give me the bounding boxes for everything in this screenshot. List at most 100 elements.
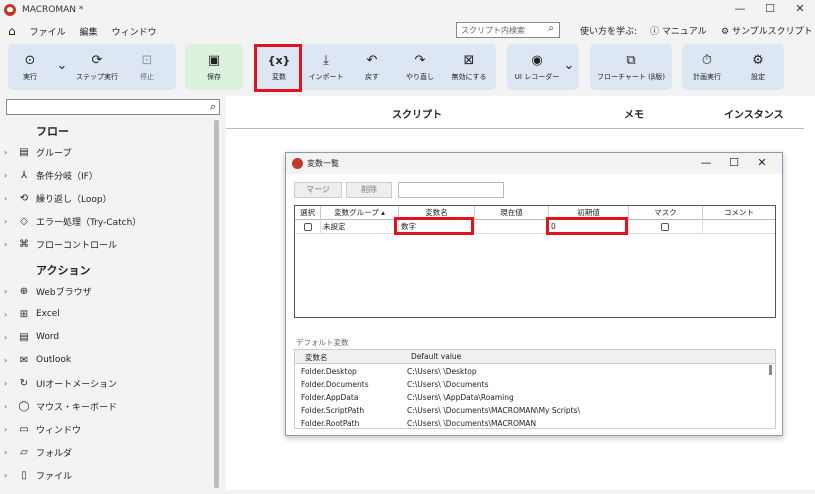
chevron-right-icon: › (4, 470, 8, 480)
default-row-name: Folder.Desktop (301, 367, 357, 376)
redo-button[interactable]: ↷ やり直し (400, 44, 440, 90)
stop-button[interactable]: ⊡ 停止 (132, 44, 162, 90)
sidebar-item-web-browser[interactable]: › ⊕ Webブラウザ (4, 282, 92, 300)
table-row[interactable]: Folder.Desktop C:\Users\ \Desktop (295, 366, 765, 379)
default-col-name: 変数名 (305, 353, 328, 362)
settings-button[interactable]: ⚙ 設定 (736, 44, 780, 90)
col-mask[interactable]: マスク (629, 206, 703, 220)
home-icon[interactable]: ⌂ (8, 24, 16, 38)
sidebar-item-label: Word (36, 332, 60, 342)
col-current-value[interactable]: 現在値 (475, 206, 549, 220)
variables-highlight (254, 44, 302, 92)
step-run-button[interactable]: ⟳ ステップ実行 (72, 44, 122, 90)
sidebar-item-group[interactable]: › ▤ グループ (4, 143, 71, 161)
import-button[interactable]: ⤓ インポート (304, 44, 348, 90)
run-dropdown[interactable]: ⌄ (56, 44, 68, 90)
row-mask-checkbox[interactable] (661, 223, 669, 231)
gear-icon: ⚙ (752, 53, 764, 68)
action-search-input[interactable]: ⌕ (6, 99, 220, 115)
dialog-close-button[interactable]: ✕ (748, 156, 776, 169)
variables-grid: 選択 変数グループ ▴ 変数名 現在値 初期値 マスク コメント 未設定 数字 … (294, 205, 776, 318)
sort-up-icon: ▴ (381, 208, 385, 217)
row-comment-cell[interactable] (703, 220, 775, 234)
sidebar-item-outlook[interactable]: › ✉ Outlook (4, 351, 71, 369)
run-button[interactable]: ⊙ 実行 (12, 44, 48, 90)
sidebar-item-if[interactable]: › ⅄ 条件分岐（IF） (4, 166, 98, 184)
col-comment[interactable]: コメント (703, 206, 775, 220)
sidebar-item-folder[interactable]: › ▱ フォルダ (4, 443, 72, 461)
run-label: 実行 (23, 73, 37, 81)
scheduled-run-button[interactable]: ⏱ 計画実行 (682, 44, 732, 90)
table-row[interactable]: Folder.ScriptPath C:\Users\ \Documents\MA… (295, 405, 765, 418)
menu-file[interactable]: ファイル (30, 25, 66, 38)
default-variables-label: デフォルト変数 (296, 338, 349, 347)
table-row[interactable]: Folder.AppData C:\Users\ \AppData\Roaming (295, 392, 765, 405)
excel-icon: ⊞ (19, 308, 29, 320)
manual-link[interactable]: ⓘ マニュアル (650, 24, 707, 37)
variables-dialog: 変数一覧 — ☐ ✕ マージ 削除 選択 変数グループ ▴ 変数名 現在値 初期… (285, 152, 783, 436)
search-icon[interactable]: ⌕ (548, 23, 554, 34)
search-icon[interactable]: ⌕ (210, 100, 216, 114)
maximize-button[interactable]: ☐ (755, 0, 785, 20)
schedule-group: ⏱ 計画実行 ⚙ 設定 (682, 44, 784, 90)
window-controls: — ☐ ✕ (725, 0, 815, 20)
merge-button[interactable]: マージ (294, 182, 342, 198)
menu-bar: ⌂ ファイル 編集 ウィンドウ スクリプト内検索 ⌕ 使い方を学ぶ: ⓘ マニュ… (0, 20, 815, 42)
sample-label: サンプルスクリプト (731, 27, 813, 37)
table-row[interactable]: Folder.Documents C:\Users\ \Documents (295, 379, 765, 392)
toolbar: ⊙ 実行 ⌄ ⟳ ステップ実行 ⊡ 停止 ▣ 保存 {x} 変数 ⤓ インポート ↶ 戻す ↷… (0, 42, 815, 92)
sidebar-scrollbar[interactable] (214, 120, 219, 488)
menu-window[interactable]: ウィンドウ (112, 25, 157, 38)
window-title: MACROMAN * (22, 5, 84, 15)
col-select[interactable]: 選択 (295, 206, 321, 220)
sidebar-item-word[interactable]: › ▤ Word (4, 328, 59, 346)
disable-button[interactable]: ⊠ 無効にする (446, 44, 492, 90)
undo-label: 戻す (365, 73, 379, 81)
flowchart-button[interactable]: ⧉ フローチャート (β版) (590, 44, 672, 90)
sidebar-item-window[interactable]: › ▭ ウィンドウ (4, 420, 81, 438)
ui-recorder-label: UI レコーダー (514, 73, 560, 81)
step-icon: ⟳ (91, 53, 103, 68)
table-row[interactable]: 未設定 数字 0 (295, 220, 775, 234)
dialog-title: 変数一覧 (307, 159, 339, 168)
recorder-group: ◉ UI レコーダー ⌄ (507, 44, 579, 90)
default-row-value: C:\Users\ \Desktop (407, 367, 477, 376)
variable-name-highlight (394, 217, 474, 235)
chevron-right-icon: › (4, 193, 8, 203)
table-row[interactable]: Folder.RootPath C:\Users\ \Documents\MACR… (295, 418, 765, 428)
sample-scripts-link[interactable]: ⚙ サンプルスクリプト (721, 24, 813, 37)
col-variable-group[interactable]: 変数グループ ▴ (321, 206, 399, 220)
row-select-checkbox[interactable] (304, 223, 312, 231)
sidebar-item-flow-control[interactable]: › ⌘ フローコントロール (4, 235, 117, 253)
recorder-dropdown[interactable]: ⌄ (563, 44, 575, 90)
sidebar-item-loop[interactable]: › ⟲ 繰り返し（Loop） (4, 189, 112, 207)
sidebar-item-file[interactable]: › ▯ ファイル (4, 466, 72, 484)
minimize-button[interactable]: — (725, 0, 755, 20)
dialog-minimize-button[interactable]: — (692, 156, 720, 169)
default-table-scrollbar[interactable] (769, 365, 772, 375)
dialog-filter-input[interactable] (398, 182, 504, 198)
flowchart-group: ⧉ フローチャート (β版) (590, 44, 672, 90)
close-button[interactable]: ✕ (785, 0, 815, 20)
dialog-maximize-button[interactable]: ☐ (720, 156, 748, 169)
script-search-input[interactable]: スクリプト内検索 ⌕ (456, 22, 560, 38)
run-group: ⊙ 実行 ⌄ ⟳ ステップ実行 ⊡ 停止 (8, 44, 176, 90)
sidebar-item-label: フローコントロール (36, 240, 118, 251)
mouse-icon: ◯ (18, 400, 30, 412)
sidebar-item-excel[interactable]: › ⊞ Excel (4, 305, 60, 323)
delete-button[interactable]: 削除 (346, 182, 392, 198)
sidebar-item-mouse-keyboard[interactable]: › ◯ マウス・キーボード (4, 397, 117, 415)
timer-icon: ⏱ (701, 53, 713, 68)
sidebar-item-try-catch[interactable]: › ◇ エラー処理（Try-Catch） (4, 212, 141, 230)
undo-button[interactable]: ↶ 戻す (354, 44, 390, 90)
sidebar-item-label: ウィンドウ (36, 425, 82, 436)
column-instance: インスタンス (724, 110, 784, 121)
menu-edit[interactable]: 編集 (80, 25, 98, 38)
ui-recorder-button[interactable]: ◉ UI レコーダー (509, 44, 565, 90)
save-button[interactable]: ▣ 保存 (185, 44, 243, 90)
initial-value-highlight (546, 217, 628, 235)
dialog-window-controls: — ☐ ✕ (692, 156, 776, 169)
sidebar-item-ui-automation[interactable]: › ↻ UIオートメーション (4, 374, 117, 392)
row-current-cell (475, 220, 549, 234)
chevron-right-icon: › (4, 447, 8, 457)
